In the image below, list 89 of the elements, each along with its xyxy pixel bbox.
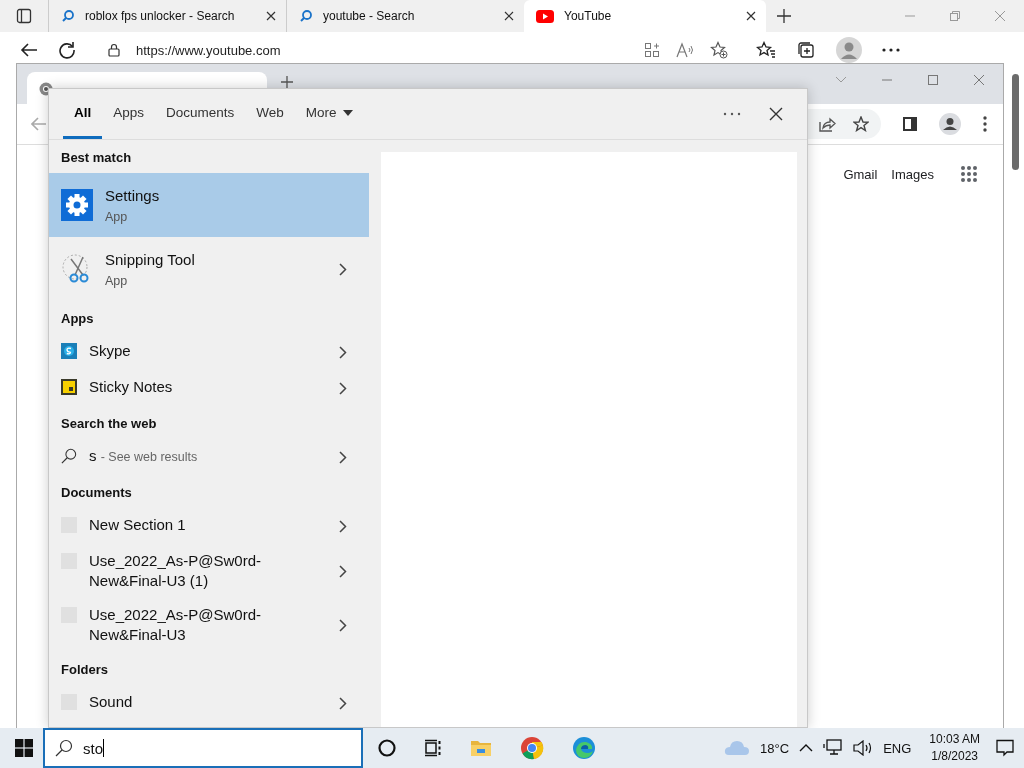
chevron-icon[interactable] xyxy=(339,519,347,533)
result-title: Use_2022_As-P@Sw0rd-New&Final-U3 (1) xyxy=(89,551,262,591)
folder-icon[interactable] xyxy=(470,738,492,758)
menu-icon[interactable] xyxy=(983,116,987,132)
result-item[interactable]: Use_2022_As-P@Sw0rd-New&Final-U3 xyxy=(49,598,369,652)
share-icon[interactable] xyxy=(819,116,837,132)
clock[interactable]: 10:03 AM 1/8/2023 xyxy=(929,731,980,765)
wave-logo-icon[interactable] xyxy=(572,736,596,760)
result-item[interactable]: New Section 1 xyxy=(49,508,369,544)
back-icon[interactable] xyxy=(20,42,38,58)
close-icon[interactable] xyxy=(266,11,276,21)
caret-icon xyxy=(342,109,353,116)
volume-icon[interactable] xyxy=(853,740,874,756)
chevron-icon[interactable] xyxy=(339,262,347,276)
apps-icon[interactable] xyxy=(644,42,660,58)
result-item[interactable]: Settings App xyxy=(49,173,369,237)
group-heading: Folders xyxy=(60,661,109,679)
app-tile-icon xyxy=(61,343,77,359)
filter-tab[interactable]: Web xyxy=(245,89,295,139)
collections-icon[interactable] xyxy=(796,41,816,59)
group-heading: Documents xyxy=(60,484,133,502)
circle-icon[interactable] xyxy=(378,739,396,757)
search-icon xyxy=(61,448,77,464)
note-icon xyxy=(61,379,77,395)
chevron-icon[interactable] xyxy=(339,381,347,395)
maximize-icon[interactable] xyxy=(927,74,939,86)
result-item[interactable]: Sticky Notes xyxy=(49,370,369,406)
address-field[interactable]: https://www.youtube.com xyxy=(96,36,736,64)
result-title: Sticky Notes xyxy=(89,377,174,397)
result-item[interactable]: Skype xyxy=(49,334,369,370)
bookmark-star-icon[interactable] xyxy=(853,116,869,132)
result-title: Settings xyxy=(105,186,161,206)
chevron-icon[interactable] xyxy=(339,564,347,578)
chevron-up-icon[interactable] xyxy=(799,744,814,752)
language-indicator[interactable]: ENG xyxy=(883,740,912,756)
filter-tab[interactable]: Apps xyxy=(102,89,156,139)
filter-tab[interactable]: More xyxy=(294,89,364,139)
notification-icon[interactable] xyxy=(996,739,1014,757)
close-icon[interactable] xyxy=(504,11,514,21)
favorites-icon[interactable] xyxy=(756,41,776,59)
chevron-icon[interactable] xyxy=(339,618,347,632)
temperature[interactable]: 18°C xyxy=(760,740,790,756)
close-icon[interactable] xyxy=(769,107,783,121)
result-title: s - See web results xyxy=(89,446,199,466)
result-item[interactable]: Snipping Tool App xyxy=(49,237,369,301)
add-favorite-icon[interactable] xyxy=(710,41,728,59)
result-item[interactable]: Use_2022_As-P@Sw0rd-New&Final-U3 (1) xyxy=(49,544,369,598)
group-heading: Apps xyxy=(60,310,95,328)
result-item[interactable]: s - See web results xyxy=(49,439,369,475)
filter-tab[interactable]: All xyxy=(63,89,103,139)
browser-logo-icon[interactable] xyxy=(520,736,544,760)
chevron-icon[interactable] xyxy=(339,345,347,359)
lock-icon xyxy=(108,43,120,57)
profile-avatar[interactable] xyxy=(939,113,961,135)
search-icon xyxy=(61,9,75,23)
header-link[interactable]: Images xyxy=(891,166,934,182)
task-view-icon[interactable] xyxy=(424,739,442,757)
browser-tab[interactable]: YouTube xyxy=(524,0,766,32)
result-title: Skype xyxy=(89,341,132,361)
play-logo-icon xyxy=(536,9,554,23)
result-type: App xyxy=(105,274,129,288)
more-options-icon[interactable] xyxy=(723,112,741,116)
gear-icon xyxy=(61,189,93,221)
group-heading: Search the web xyxy=(60,415,158,433)
result-item[interactable]: Sound xyxy=(49,685,369,721)
windows-logo-icon[interactable] xyxy=(15,739,33,757)
result-title: Use_2022_As-P@Sw0rd-New&Final-U3 xyxy=(89,605,262,645)
search-icon xyxy=(299,9,313,23)
header-link[interactable]: Gmail xyxy=(843,166,878,182)
menu-icon[interactable] xyxy=(882,48,900,52)
close-icon[interactable] xyxy=(746,11,756,21)
filter-tab[interactable]: Documents xyxy=(155,89,246,139)
search-field[interactable]: sto xyxy=(43,728,363,768)
refresh-icon[interactable] xyxy=(58,41,76,59)
result-title: New Section 1 xyxy=(89,515,187,535)
read-aloud-icon[interactable] xyxy=(676,42,694,58)
new-tab-icon[interactable] xyxy=(281,76,293,88)
apps-grid-icon[interactable] xyxy=(960,165,978,183)
search-icon xyxy=(55,739,73,757)
new-tab-icon[interactable] xyxy=(776,8,792,24)
result-title: Sound xyxy=(89,692,134,712)
result-title: Snipping Tool xyxy=(105,250,196,270)
group-heading: Best match xyxy=(60,149,133,167)
side-panel-icon[interactable] xyxy=(903,117,917,131)
scrollbar[interactable] xyxy=(1012,74,1019,170)
chevron-icon[interactable] xyxy=(339,450,347,464)
network-icon[interactable] xyxy=(823,739,844,757)
chevron-icon[interactable] xyxy=(339,696,347,710)
result-type: App xyxy=(105,210,129,224)
